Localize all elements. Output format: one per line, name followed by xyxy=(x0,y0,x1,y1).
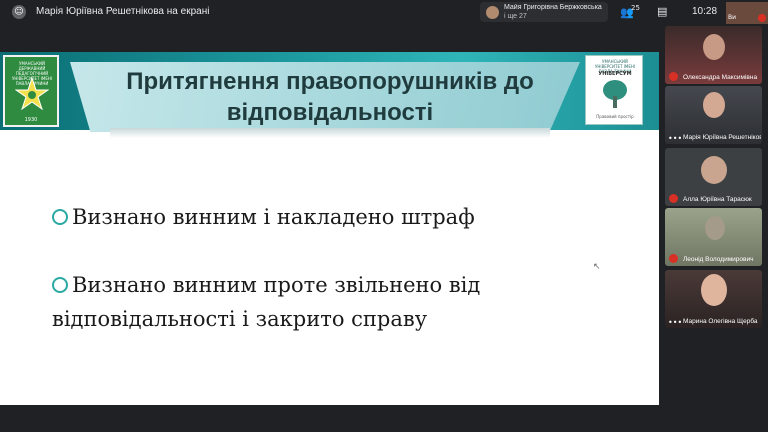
notification-avatar xyxy=(486,6,499,19)
join-notification[interactable]: Майя Григорівна Бержковська і ще 27 xyxy=(480,2,608,22)
slide-bullet-text: Визнано винним проте звільнено від відпо… xyxy=(52,273,481,331)
slide-bullet: Визнано винним і накладено штраф xyxy=(52,200,612,234)
clock: 10:28 xyxy=(692,6,718,17)
participant-name: Олександра Максимівна xyxy=(683,74,758,81)
participant-name: Марія Юріївна Решетнікова xyxy=(683,134,761,141)
chat-icon[interactable]: ▤ xyxy=(657,5,667,18)
participant-name: Алла Юріївна Тарасюк xyxy=(683,196,752,203)
mic-off-icon xyxy=(669,254,678,263)
participant-video xyxy=(703,92,725,118)
slide-bullet-text: Визнано винним і накладено штраф xyxy=(72,205,475,229)
participant-name: Леонід Володимирович xyxy=(683,256,754,263)
self-label: Ви xyxy=(728,14,737,21)
slide-bullet: Визнано винним проте звільнено від відпо… xyxy=(52,268,612,336)
notification-name: Майя Григорівна Бержковська xyxy=(504,4,602,11)
tree-icon xyxy=(603,80,627,108)
participant-tile[interactable]: Леонід Володимирович xyxy=(665,208,762,266)
universum-logo: УМАНСЬКИЙ УНІВЕРСИТЕТ ІМЕНІ ПАВЛА ТИЧИНИ… xyxy=(585,55,643,125)
mic-off-icon xyxy=(758,14,766,22)
university-logo: УМАНСЬКИЙ ДЕРЖАВНИЙ ПЕДАГОГІЧНИЙ УНІВЕРС… xyxy=(3,55,59,127)
self-view-tile[interactable]: Ви xyxy=(726,2,768,24)
participant-tile[interactable]: ••• Марина Олегівна Щерба xyxy=(665,270,762,328)
participant-video xyxy=(705,216,725,240)
slide-banner-shadow xyxy=(110,128,550,138)
participant-video xyxy=(701,274,727,306)
participant-name: Марина Олегівна Щерба xyxy=(683,318,758,325)
participants-count: 25 xyxy=(631,4,640,12)
mic-off-icon xyxy=(669,194,678,203)
university-emblem-icon xyxy=(15,77,49,111)
presenter-status: Марія Юріївна Решетнікова на екрані xyxy=(36,6,210,17)
participant-video xyxy=(703,34,725,60)
mouse-cursor-icon: ↖ xyxy=(593,262,601,272)
participant-tile[interactable]: Олександра Максимівна xyxy=(665,26,762,84)
presenter-avatar-icon: ☺ xyxy=(12,5,26,19)
participants-button[interactable]: 👥 25 xyxy=(620,4,642,20)
meeting-top-bar: ☺ Марія Юріївна Решетнікова на екрані Ма… xyxy=(0,0,768,24)
more-options-icon: ••• xyxy=(668,318,683,327)
participant-tiles: Олександра Максимівна ••• Марія Юріївна … xyxy=(659,24,768,432)
universum-logo-name: УНІВЕРСУМ xyxy=(598,71,632,77)
participant-tile[interactable]: ••• Марія Юріївна Решетнікова xyxy=(665,86,762,144)
presentation-slide: УМАНСЬКИЙ ДЕРЖАВНИЙ ПЕДАГОГІЧНИЙ УНІВЕРС… xyxy=(0,52,659,405)
notification-more: і ще 27 xyxy=(504,13,527,20)
university-year: 1930 xyxy=(24,117,38,123)
bullet-circle-icon xyxy=(52,209,68,225)
slide-title: Притягнення правопорушників до відповіда… xyxy=(126,68,534,126)
more-options-icon: ••• xyxy=(668,134,683,143)
participant-video xyxy=(701,156,727,184)
participant-tile[interactable]: Алла Юріївна Тарасюк xyxy=(665,148,762,206)
bullet-circle-icon xyxy=(52,277,68,293)
universum-logo-bottom: Правовий простір xyxy=(596,114,634,119)
mic-off-icon xyxy=(669,72,678,81)
